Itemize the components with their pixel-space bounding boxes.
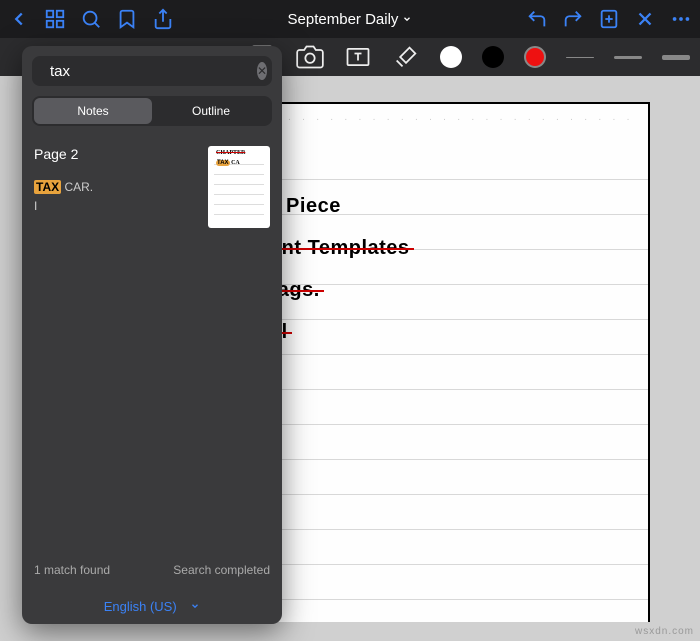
tab-notes[interactable]: Notes	[34, 98, 152, 124]
document-title[interactable]: September Daily	[188, 11, 512, 28]
grid-icon[interactable]	[44, 8, 66, 30]
undo-icon[interactable]	[526, 8, 548, 30]
result-snippet: TAX CAR.I	[34, 178, 198, 216]
text-tool-icon[interactable]	[344, 43, 372, 71]
match-count: 1 match found	[34, 563, 110, 577]
pen-width-thin[interactable]	[566, 57, 594, 58]
redo-icon[interactable]	[562, 8, 584, 30]
more-icon[interactable]	[670, 8, 692, 30]
color-red[interactable]	[524, 46, 546, 68]
bookmark-icon[interactable]	[116, 8, 138, 30]
search-footer: 1 match found Search completed	[22, 551, 282, 589]
color-white[interactable]	[440, 46, 462, 68]
result-page-title: Page 2	[34, 146, 198, 162]
search-panel: ✕ Notes Outline Page 2 TAX CAR.I CHAPTER…	[22, 46, 282, 624]
close-icon[interactable]	[634, 8, 656, 30]
back-icon[interactable]	[8, 8, 30, 30]
search-input[interactable]	[50, 63, 249, 80]
pen-width-med[interactable]	[614, 56, 642, 59]
share-icon[interactable]	[152, 8, 174, 30]
search-result[interactable]: Page 2 TAX CAR.I CHAPTER TAX CA	[22, 136, 282, 238]
color-black[interactable]	[482, 46, 504, 68]
top-nav: September Daily	[0, 0, 700, 38]
result-thumbnail: CHAPTER TAX CA	[208, 146, 270, 228]
search-bar: ✕	[32, 56, 272, 86]
clear-search-icon[interactable]: ✕	[257, 62, 267, 80]
language-picker[interactable]: English (US)	[22, 589, 282, 624]
add-page-icon[interactable]	[598, 8, 620, 30]
magic-tool-icon[interactable]	[392, 43, 420, 71]
camera-tool-icon[interactable]	[296, 43, 324, 71]
search-tabs: Notes Outline	[32, 96, 272, 126]
search-icon[interactable]	[80, 8, 102, 30]
pen-width-thick[interactable]	[662, 55, 690, 60]
tab-outline[interactable]: Outline	[152, 98, 270, 124]
search-status: Search completed	[173, 563, 270, 577]
watermark: wsxdn.com	[635, 626, 694, 637]
